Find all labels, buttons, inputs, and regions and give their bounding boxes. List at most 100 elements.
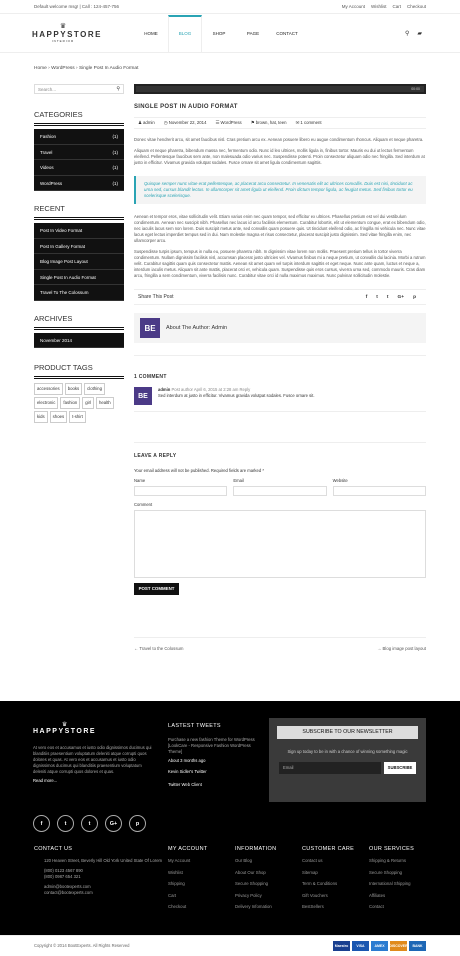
footer-link[interactable]: Secure Shopping xyxy=(369,867,414,879)
logo-name: HAPPYSTORE xyxy=(32,30,102,39)
website-field[interactable] xyxy=(332,486,426,496)
author-box: BE About The Author: Admin xyxy=(134,313,426,343)
search-icon[interactable]: ⚲ xyxy=(405,30,409,37)
facebook-icon[interactable]: f xyxy=(366,295,368,300)
meta-comments[interactable]: ✉ 1 comment xyxy=(296,120,322,126)
category-item[interactable]: WordPress (1) xyxy=(34,176,124,191)
site-logo[interactable]: ♛ HAPPYSTORE INTERIOR xyxy=(32,23,102,43)
footer-link[interactable]: My Account xyxy=(168,855,208,867)
recent-item[interactable]: Post In Gallery Format xyxy=(34,239,124,254)
wishlist-link[interactable]: Wishlist xyxy=(371,4,387,9)
nav-blog[interactable]: BLOG xyxy=(168,15,202,53)
category-item[interactable]: Fashion (1) xyxy=(34,129,124,145)
footer-link[interactable]: Shipping & Returns xyxy=(369,855,414,867)
tag[interactable]: books xyxy=(64,383,83,395)
newsletter-email-input[interactable]: Email xyxy=(279,762,381,774)
cart-link[interactable]: Cart xyxy=(392,4,401,9)
tag[interactable]: electronic xyxy=(34,397,59,409)
avatar: BE xyxy=(140,318,160,338)
footer-link[interactable]: Cart xyxy=(168,890,208,902)
tag[interactable]: girl xyxy=(82,397,94,409)
tag[interactable]: fashion xyxy=(60,397,81,409)
recent-item[interactable]: Single Post In Audio Format xyxy=(34,270,124,285)
footer-link[interactable]: Sitemap xyxy=(302,867,354,879)
tag[interactable]: t-shirt xyxy=(69,411,86,423)
pinterest-icon[interactable]: p xyxy=(413,295,416,300)
comment-textarea[interactable] xyxy=(134,510,426,578)
tweets-title: LASTEST TWEETS xyxy=(168,723,221,729)
twitter-icon[interactable]: t xyxy=(376,295,378,300)
footer-social: f t t G+ p xyxy=(33,815,146,832)
tag[interactable]: health xyxy=(95,397,114,409)
google-plus-icon[interactable]: G+ xyxy=(398,295,405,300)
footer-link[interactable]: Shipping xyxy=(168,878,208,890)
read-more-link[interactable]: Read more... xyxy=(33,778,153,784)
footer-link[interactable]: Gift Vouchers xyxy=(302,890,354,902)
comment-author[interactable]: admin xyxy=(158,387,170,392)
meta-tags[interactable]: ⚑ brown, hat, teen xyxy=(251,120,287,126)
name-field[interactable] xyxy=(134,486,228,496)
next-post-link[interactable]: → Blog image post layout xyxy=(377,646,426,651)
prev-post-link[interactable]: ← Travel to the Colossum xyxy=(134,646,183,651)
tag[interactable]: clothing xyxy=(84,383,105,395)
footer-link[interactable]: Contact xyxy=(369,901,414,913)
share-icons: f t t G+ p xyxy=(366,295,426,300)
twitter-icon[interactable]: t xyxy=(57,815,74,832)
tag[interactable]: accessories xyxy=(34,383,63,395)
footer-link[interactable]: Delivery Infomation xyxy=(235,901,276,913)
nav-page[interactable]: PAGE xyxy=(236,15,270,53)
footer-link[interactable]: BestSellers xyxy=(302,901,354,913)
footer-logo[interactable]: ♛ HAPPYSTORE xyxy=(33,721,96,735)
contact-email[interactable]: contact@bootexperts.com xyxy=(44,890,164,896)
my-account-link[interactable]: My Account xyxy=(342,4,365,9)
tweet-time: About 3 months ago xyxy=(168,758,206,763)
logo-subtitle: INTERIOR xyxy=(51,39,75,43)
share-bar: Share This Post f t t G+ p xyxy=(134,289,426,305)
recent-item[interactable]: Blog Image Post Layout xyxy=(34,254,124,270)
checkout-link[interactable]: Checkout xyxy=(407,4,426,9)
tweet-user[interactable]: Kevin Sidler's Twitter xyxy=(168,769,263,774)
footer-link[interactable]: International Shipping xyxy=(369,878,414,890)
footer-link[interactable]: About Our Shop xyxy=(235,867,276,879)
cart-icon[interactable]: ▰ xyxy=(417,30,422,37)
nav-home[interactable]: HOME xyxy=(134,15,168,53)
footer-link[interactable]: Term & Conditions xyxy=(302,878,354,890)
copyright: Copyright © 2014 BootExperts. All Rights… xyxy=(34,943,130,948)
tag[interactable]: kids xyxy=(34,411,48,423)
footer-link[interactable]: Contact us xyxy=(302,855,354,867)
archive-item[interactable]: November 2014 xyxy=(34,333,124,348)
category-item[interactable]: Travel (1) xyxy=(34,145,124,160)
footer-link[interactable]: Privacy Policy xyxy=(235,890,276,902)
category-item[interactable]: Videos (1) xyxy=(34,160,124,176)
tumblr-icon[interactable]: t xyxy=(81,815,98,832)
footer-link[interactable]: Affiliates xyxy=(369,890,414,902)
meta-category[interactable]: ☰ WordPress xyxy=(215,120,241,126)
footer-contact: CONTACT US 120 Heaven Street, Beverly Hi… xyxy=(34,846,164,896)
footer-link[interactable]: Wishlist xyxy=(168,867,208,879)
subscribe-button[interactable]: SUBSCRIBE xyxy=(384,762,416,774)
nav-shop[interactable]: SHOP xyxy=(202,15,236,53)
footer-link[interactable]: Checkout xyxy=(168,901,208,913)
reply-link[interactable]: Reply xyxy=(240,387,251,392)
footer-link[interactable]: Secure Shopping xyxy=(235,878,276,890)
recent-item[interactable]: Travel To The Colossum xyxy=(34,285,124,301)
footer-link[interactable]: Our Blog xyxy=(235,855,276,867)
recent-item[interactable]: Post In Video Format xyxy=(34,223,124,239)
google-plus-icon[interactable]: G+ xyxy=(105,815,122,832)
breadcrumb-home[interactable]: Home xyxy=(34,66,47,71)
tweet-handle[interactable]: Twitter Web Client xyxy=(168,782,263,787)
tag[interactable]: shoes xyxy=(49,411,68,423)
nav-contact[interactable]: CONTACT xyxy=(270,15,304,53)
tumblr-icon[interactable]: t xyxy=(387,295,389,300)
email-field[interactable] xyxy=(233,486,327,496)
search-icon[interactable]: ⚲ xyxy=(116,86,120,92)
sidebar-search-input[interactable]: Search... ⚲ xyxy=(34,84,124,94)
meta-author[interactable]: ♟ admin xyxy=(138,120,155,126)
audio-player[interactable]: 00:00 xyxy=(134,84,426,94)
post-comment-button[interactable]: POST COMMENT xyxy=(134,583,179,595)
facebook-icon[interactable]: f xyxy=(33,815,50,832)
contact-phone: (800) 0987 654 321 xyxy=(44,874,81,879)
pinterest-icon[interactable]: p xyxy=(129,815,146,832)
bottom-bar: Copyright © 2014 BootExperts. All Rights… xyxy=(0,935,460,956)
breadcrumb-wordpress[interactable]: WordPress xyxy=(51,66,75,71)
